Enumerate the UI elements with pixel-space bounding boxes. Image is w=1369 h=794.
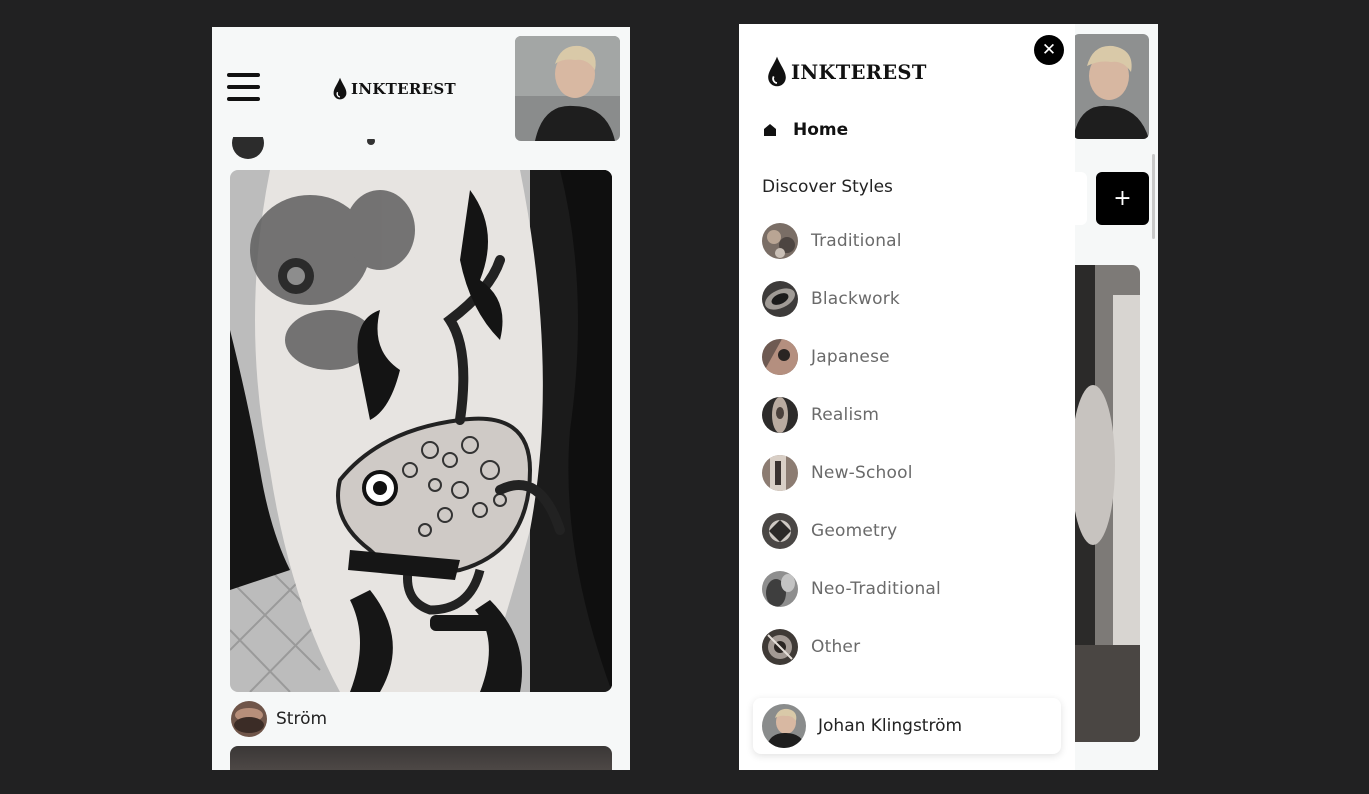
navigation-drawer: INKTEREST ✕ Home Discover Styles Traditi… xyxy=(739,24,1075,770)
mobile-feed-screen: INKTEREST Ström xyxy=(212,27,630,770)
brand-logo[interactable]: INKTEREST xyxy=(766,55,927,89)
style-label: Blackwork xyxy=(811,289,900,309)
home-icon xyxy=(764,124,776,136)
style-label: Geometry xyxy=(811,521,898,541)
author-name[interactable]: Ström xyxy=(276,709,327,729)
feed-author-row[interactable]: Ström xyxy=(231,701,327,737)
brand-logo[interactable]: INKTEREST xyxy=(332,77,456,101)
style-label: Traditional xyxy=(811,231,902,251)
author-avatar[interactable] xyxy=(231,701,267,737)
brand-name: INKTEREST xyxy=(791,60,927,84)
style-item-geometry[interactable]: Geometry xyxy=(762,513,897,549)
style-thumbnail xyxy=(762,397,798,433)
profile-card[interactable]: Johan Klingström xyxy=(753,698,1061,754)
style-thumbnail xyxy=(762,571,798,607)
style-label: Other xyxy=(811,637,861,657)
close-drawer-button[interactable]: ✕ xyxy=(1034,35,1064,65)
style-label: Neo-Traditional xyxy=(811,579,941,599)
style-item-other[interactable]: Other xyxy=(762,629,860,665)
add-post-button[interactable]: + xyxy=(1096,172,1149,225)
style-item-traditional[interactable]: Traditional xyxy=(762,223,902,259)
brand-name: INKTEREST xyxy=(351,80,456,98)
profile-avatar[interactable] xyxy=(762,704,806,748)
background-post-image[interactable] xyxy=(1075,265,1140,742)
nav-home-label: Home xyxy=(793,120,849,140)
ink-drop-icon xyxy=(333,77,347,100)
style-label: Realism xyxy=(811,405,880,425)
mobile-drawer-screen: + INKTEREST ✕ Home Discover Styles Tradi… xyxy=(739,24,1158,770)
style-item-realism[interactable]: Realism xyxy=(762,397,879,433)
style-thumbnail xyxy=(762,223,798,259)
profile-name: Johan Klingström xyxy=(818,716,963,736)
user-avatar[interactable] xyxy=(1073,34,1149,139)
style-item-japanese[interactable]: Japanese xyxy=(762,339,890,375)
scrollbar[interactable] xyxy=(1152,154,1155,239)
post-author-name-partial xyxy=(362,139,380,149)
style-thumbnail xyxy=(762,455,798,491)
nav-home-link[interactable]: Home xyxy=(762,120,848,140)
ink-drop-icon xyxy=(768,56,786,87)
style-thumbnail xyxy=(762,513,798,549)
style-item-blackwork[interactable]: Blackwork xyxy=(762,281,900,317)
style-item-neo-traditional[interactable]: Neo-Traditional xyxy=(762,571,941,607)
post-author-avatar[interactable] xyxy=(232,137,264,159)
style-thumbnail xyxy=(762,339,798,375)
next-post-image[interactable] xyxy=(230,746,612,770)
style-thumbnail xyxy=(762,281,798,317)
style-item-new-school[interactable]: New-School xyxy=(762,455,913,491)
user-avatar[interactable] xyxy=(515,36,620,141)
search-input-edge[interactable] xyxy=(1075,172,1087,225)
style-label: New-School xyxy=(811,463,913,483)
discover-styles-heading: Discover Styles xyxy=(762,177,893,197)
style-label: Japanese xyxy=(811,347,890,367)
hamburger-menu-icon[interactable] xyxy=(227,73,260,103)
style-thumbnail xyxy=(762,629,798,665)
tattoo-post-image[interactable] xyxy=(230,170,612,692)
